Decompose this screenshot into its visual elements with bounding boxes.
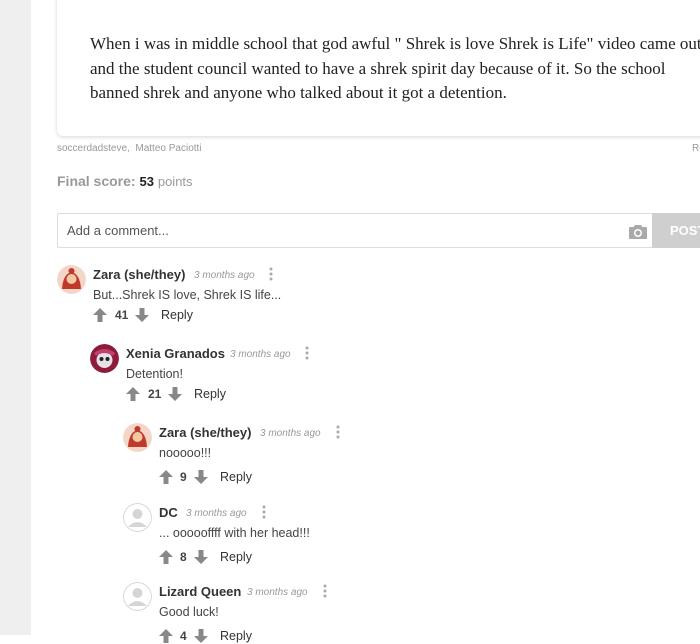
post-text: When i was in middle school that god awf… [90, 34, 700, 102]
score-unit: points [157, 174, 193, 189]
upvote-icon[interactable] [159, 550, 173, 564]
comment-time: 3 months ago [186, 508, 247, 519]
downvote-icon[interactable] [194, 550, 208, 564]
comment-text: But...Shrek IS love, Shrek IS life... [93, 288, 282, 302]
post-credits: soccerdadsteve, Matteo Paciotti [57, 143, 202, 154]
comment-time: 3 months ago [194, 270, 255, 281]
comment-time: 3 months ago [247, 587, 308, 598]
reply-link[interactable]: Reply [220, 550, 252, 564]
comment-author[interactable]: Lizard Queen [159, 584, 241, 599]
comment-author[interactable]: Xenia Granados [126, 346, 225, 361]
vote-count: 21 [148, 387, 162, 401]
final-score: Final score: 53 points [57, 173, 193, 189]
more-options-icon[interactable] [262, 505, 266, 519]
reply-link[interactable]: Reply [220, 629, 252, 643]
reply-link[interactable]: Reply [220, 470, 252, 484]
more-options-icon[interactable] [305, 346, 309, 360]
avatar[interactable] [123, 582, 152, 611]
more-options-icon[interactable] [336, 425, 340, 439]
comment-time: 3 months ago [260, 428, 321, 439]
comment-time: 3 months ago [230, 349, 291, 360]
comment-author[interactable]: DC [159, 505, 178, 520]
comment-text: Detention! [126, 367, 183, 381]
comment-form [57, 213, 652, 248]
credit-link[interactable]: Matteo Paciotti [135, 143, 201, 154]
score-value: 53 [139, 174, 154, 189]
vote-count: 9 [180, 470, 187, 484]
downvote-icon[interactable] [168, 387, 182, 401]
downvote-icon[interactable] [194, 629, 208, 643]
camera-icon[interactable] [629, 224, 647, 239]
reply-link[interactable]: Reply [161, 308, 193, 322]
avatar[interactable] [90, 344, 119, 373]
downvote-icon[interactable] [194, 470, 208, 484]
score-label: Final score: [57, 173, 136, 189]
reply-link[interactable]: Reply [194, 387, 226, 401]
upvote-icon[interactable] [93, 308, 107, 322]
upvote-icon[interactable] [126, 387, 140, 401]
post-card: When i was in middle school that god awf… [57, 0, 700, 136]
vote-count: 8 [180, 550, 187, 564]
more-options-icon[interactable] [269, 267, 273, 281]
avatar[interactable] [123, 503, 152, 532]
post-comment-button[interactable]: POST [652, 213, 700, 248]
avatar[interactable] [123, 423, 152, 452]
comment-author[interactable]: Zara (she/they) [159, 425, 251, 440]
comment-text: nooooo!!! [159, 446, 212, 460]
avatar[interactable] [57, 265, 86, 294]
credits-right[interactable]: Re [692, 143, 700, 154]
downvote-icon[interactable] [135, 308, 149, 322]
comment-text: Good luck! [159, 605, 219, 619]
vote-count: 41 [115, 308, 129, 322]
vote-count: 4 [180, 629, 187, 643]
comment-author[interactable]: Zara (she/they) [93, 267, 185, 282]
comment-input[interactable] [58, 214, 618, 247]
more-options-icon[interactable] [323, 584, 327, 598]
left-gutter [0, 0, 31, 635]
upvote-icon[interactable] [159, 470, 173, 484]
credit-link[interactable]: soccerdadsteve [57, 143, 127, 154]
upvote-icon[interactable] [159, 629, 173, 643]
comment-text: ... oooooffff with her head!!! [159, 526, 310, 540]
